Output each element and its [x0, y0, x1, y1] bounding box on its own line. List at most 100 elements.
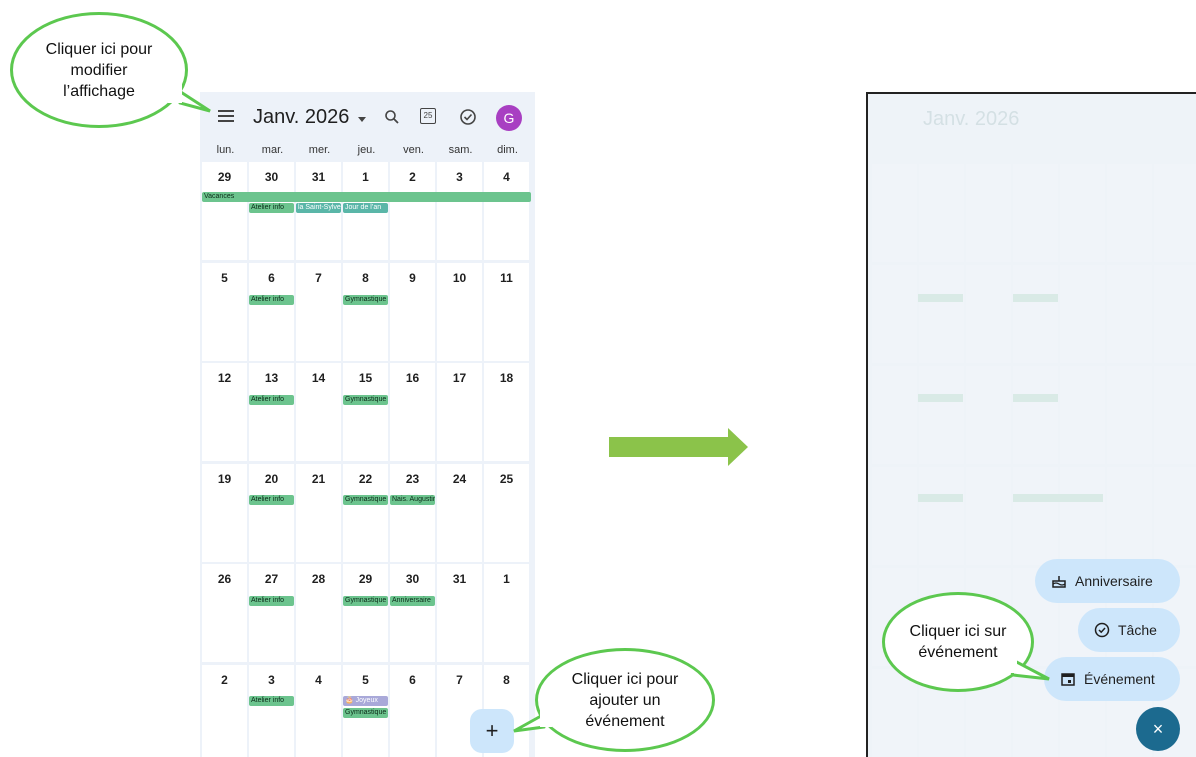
- month-title-dimmed: Janv. 2026: [923, 108, 1020, 130]
- event-atelier[interactable]: Atelier info: [249, 596, 294, 606]
- dimmed-day-cell: [1107, 164, 1152, 262]
- search-icon[interactable]: [384, 109, 400, 125]
- day-cell[interactable]: 15: [343, 363, 388, 461]
- day-cell[interactable]: 12: [202, 363, 247, 461]
- day-number: 30: [405, 572, 420, 586]
- menu-anniversaire[interactable]: Anniversaire: [1035, 559, 1180, 603]
- check-circle-icon[interactable]: [459, 108, 477, 126]
- day-cell[interactable]: 14: [296, 363, 341, 461]
- weekday-thu: jeu.: [357, 144, 376, 156]
- event-gym[interactable]: Gymnastique: [343, 395, 388, 405]
- event-gym[interactable]: Gymnastique: [343, 295, 388, 305]
- dimmed-day-cell: [1013, 164, 1058, 262]
- day-cell[interactable]: 30: [390, 564, 435, 662]
- chevron-down-icon[interactable]: [358, 117, 366, 122]
- dimmed-event-bar: [1013, 394, 1058, 402]
- day-cell[interactable]: 16: [390, 363, 435, 461]
- day-number: 4: [503, 170, 510, 184]
- close-menu-fab[interactable]: ×: [1136, 707, 1180, 751]
- calendar-today-icon[interactable]: 25: [420, 108, 436, 124]
- day-cell[interactable]: 3: [249, 664, 294, 757]
- avatar[interactable]: G: [496, 105, 522, 131]
- day-number: 6: [268, 270, 275, 285]
- day-cell[interactable]: 4: [484, 162, 529, 260]
- dimmed-day-cell: [919, 366, 964, 464]
- add-event-fab[interactable]: +: [470, 709, 514, 753]
- dimmed-day-cell: [1060, 366, 1105, 464]
- dimmed-day-cell: [966, 467, 1011, 565]
- day-cell[interactable]: 6: [390, 664, 435, 757]
- day-number: 21: [311, 471, 326, 486]
- dimmed-day-cell: [919, 164, 964, 262]
- event-atelier[interactable]: Atelier info: [249, 203, 294, 213]
- event-atelier[interactable]: Atelier info: [249, 495, 294, 505]
- day-number: 7: [456, 672, 463, 687]
- event-nais[interactable]: Nais. Augustin: [390, 495, 435, 505]
- menu-tache[interactable]: Tâche: [1078, 608, 1180, 652]
- dimmed-day-cell: [1060, 467, 1105, 565]
- day-cell[interactable]: 29: [343, 564, 388, 662]
- plus-icon: +: [485, 718, 499, 743]
- day-cell[interactable]: 8: [343, 262, 388, 361]
- day-cell[interactable]: 17: [437, 363, 482, 461]
- day-number: 2: [409, 170, 416, 184]
- day-cell[interactable]: 9: [390, 262, 435, 361]
- day-cell[interactable]: 6: [249, 262, 294, 361]
- day-cell[interactable]: 21: [296, 463, 341, 562]
- event-atelier[interactable]: Atelier info: [249, 395, 294, 405]
- day-cell[interactable]: 13: [249, 363, 294, 461]
- event-jour-an[interactable]: Jour de l’an: [343, 203, 388, 213]
- day-number: 11: [500, 270, 513, 285]
- day-cell[interactable]: 2: [202, 664, 247, 757]
- day-cell[interactable]: 4: [296, 664, 341, 757]
- callout-select-event-text: Cliquer ici sur événement: [909, 623, 1007, 661]
- day-number: 31: [452, 572, 467, 586]
- event-anniversaire[interactable]: Anniversaire: [390, 596, 435, 606]
- day-cell[interactable]: 23: [390, 463, 435, 562]
- callout-tail: [513, 707, 552, 733]
- event-joyeux[interactable]: 🎂 Joyeux: [343, 696, 388, 706]
- month-title[interactable]: Janv. 2026: [253, 106, 349, 129]
- event-saint-sylvestre[interactable]: la Saint-Sylvestre: [296, 203, 341, 213]
- day-cell[interactable]: 27: [249, 564, 294, 662]
- dimmed-day-cell: [1154, 265, 1196, 363]
- dimmed-day-cell: [1154, 467, 1196, 565]
- weekday-fri: ven.: [403, 144, 424, 156]
- day-cell[interactable]: 31: [437, 564, 482, 662]
- day-cell[interactable]: 1: [484, 564, 529, 662]
- day-cell[interactable]: 5: [202, 262, 247, 361]
- day-cell[interactable]: 25: [484, 463, 529, 562]
- day-cell[interactable]: 29: [202, 162, 247, 260]
- day-cell[interactable]: 24: [437, 463, 482, 562]
- event-gym[interactable]: Gymnastique: [343, 495, 388, 505]
- day-cell[interactable]: 26: [202, 564, 247, 662]
- event-atelier[interactable]: Atelier info: [249, 295, 294, 305]
- event-gym[interactable]: Gymnastique: [343, 708, 388, 718]
- day-cell[interactable]: 18: [484, 363, 529, 461]
- day-cell[interactable]: 10: [437, 262, 482, 361]
- day-number: 7: [315, 270, 322, 285]
- hamburger-menu-icon[interactable]: [218, 110, 234, 122]
- day-number: 4: [315, 672, 322, 687]
- day-number: 2: [221, 672, 228, 687]
- day-number: 28: [311, 572, 326, 586]
- event-vacances[interactable]: Vacances: [202, 192, 531, 202]
- day-cell[interactable]: 20: [249, 463, 294, 562]
- dimmed-day-cell: [1013, 265, 1058, 363]
- day-number: 1: [362, 170, 369, 184]
- dimmed-day-cell: [1013, 467, 1058, 565]
- day-cell[interactable]: 22: [343, 463, 388, 562]
- event-gym[interactable]: Gymnastique: [343, 596, 388, 606]
- day-cell[interactable]: 11: [484, 262, 529, 361]
- day-cell[interactable]: 7: [296, 262, 341, 361]
- menu-evenement[interactable]: Événement: [1044, 657, 1180, 701]
- menu-tache-label: Tâche: [1118, 622, 1157, 638]
- day-cell[interactable]: 28: [296, 564, 341, 662]
- day-cell[interactable]: 2: [390, 162, 435, 260]
- day-cell[interactable]: 19: [202, 463, 247, 562]
- day-number: 5: [221, 270, 228, 285]
- day-number: 9: [409, 270, 416, 285]
- dimmed-day-cell: [966, 366, 1011, 464]
- day-cell[interactable]: 3: [437, 162, 482, 260]
- event-atelier[interactable]: Atelier info: [249, 696, 294, 706]
